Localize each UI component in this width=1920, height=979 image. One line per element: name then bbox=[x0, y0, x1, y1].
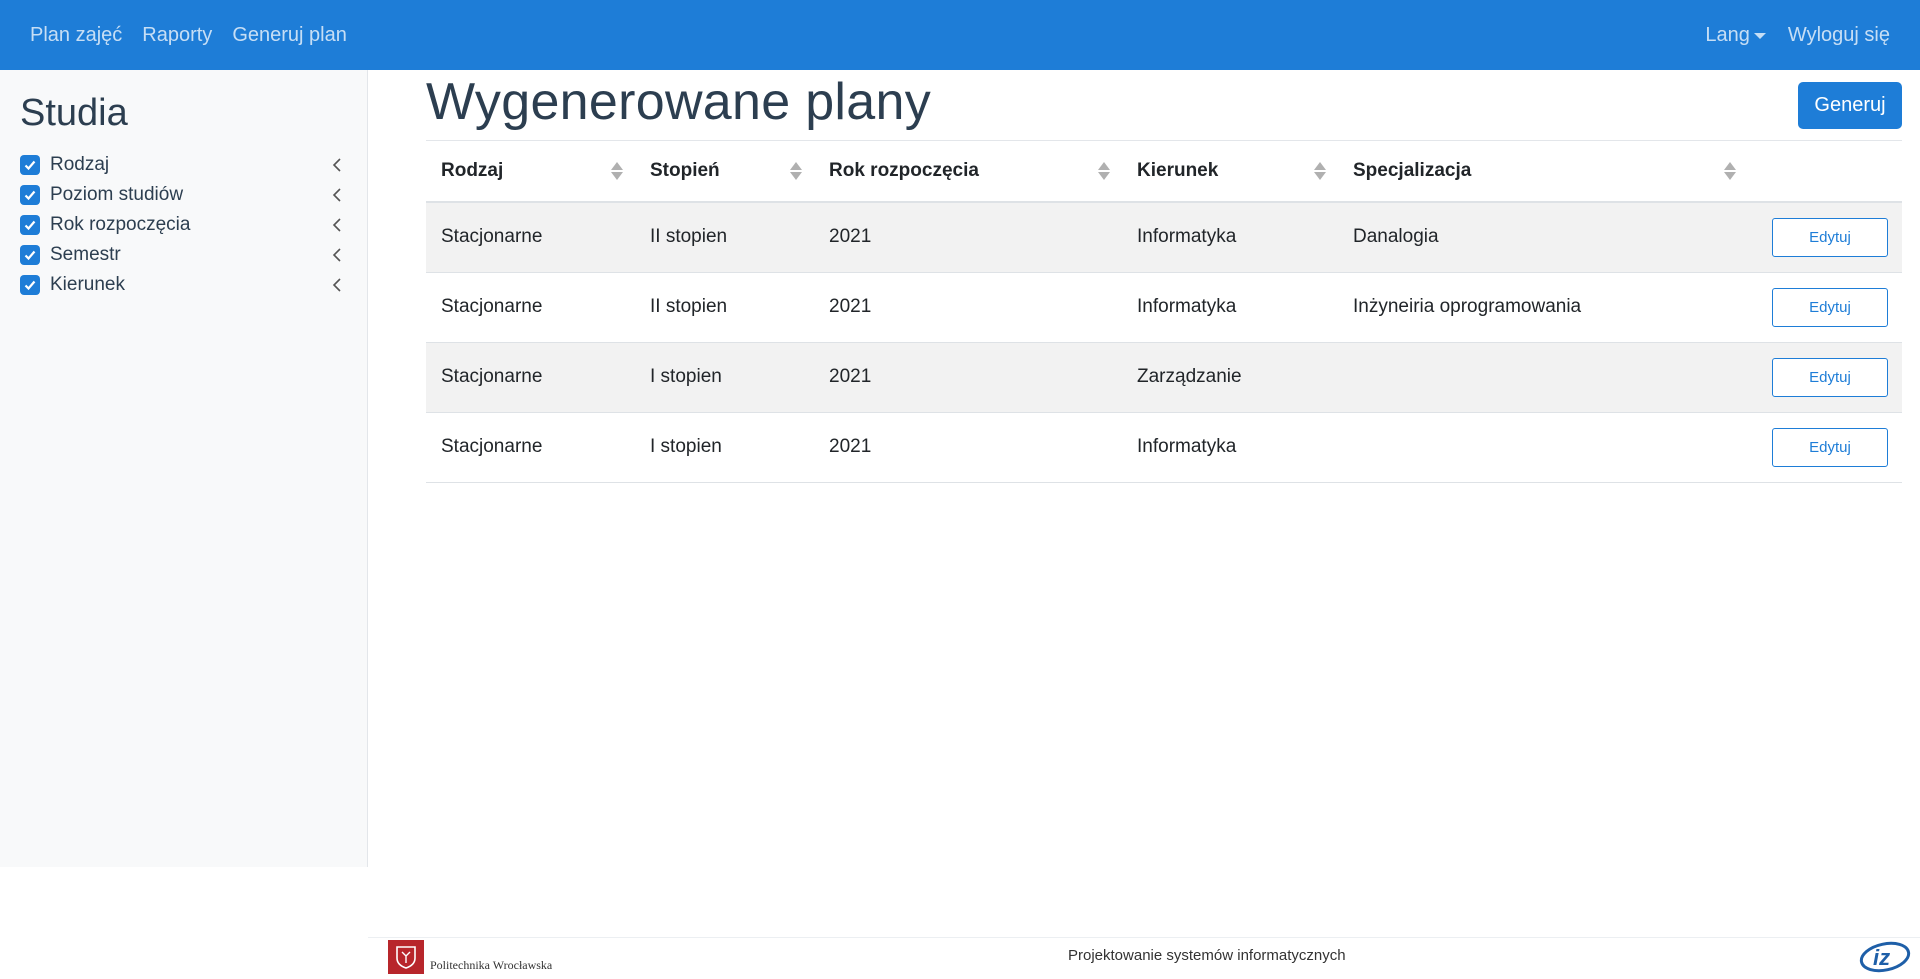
cell-kierunek: Zarządzanie bbox=[1122, 342, 1338, 413]
university-name: Politechnika Wrocławska bbox=[430, 958, 553, 972]
sort-icon bbox=[611, 162, 623, 180]
table-header-row: Rodzaj Stopień Rok rozpoczęcia Kierunek … bbox=[426, 141, 1902, 203]
sidebar: Studia Rodzaj Poziom studiów Rok rozpocz… bbox=[0, 70, 368, 867]
lang-label: Lang bbox=[1705, 23, 1750, 46]
page-title: Wygenerowane plany bbox=[426, 73, 932, 131]
column-header-label: Kierunek bbox=[1137, 160, 1219, 181]
caret-down-icon bbox=[1753, 33, 1766, 39]
column-header-actions bbox=[1748, 141, 1902, 203]
cell-rok: 2021 bbox=[814, 272, 1122, 343]
filter-item-kierunek[interactable]: Kierunek bbox=[20, 270, 345, 300]
cell-action: Edytuj bbox=[1748, 412, 1902, 483]
edit-button[interactable]: Edytuj bbox=[1772, 287, 1888, 327]
cell-action: Edytuj bbox=[1748, 272, 1902, 343]
cell-rodzaj: Stacjonarne bbox=[426, 342, 635, 413]
chevron-left-icon[interactable] bbox=[329, 217, 345, 233]
cell-action: Edytuj bbox=[1748, 202, 1902, 273]
checkbox[interactable] bbox=[20, 245, 40, 265]
edit-button[interactable]: Edytuj bbox=[1772, 357, 1888, 397]
sidebar-gap bbox=[368, 867, 388, 937]
cell-stopien: I stopien bbox=[635, 342, 814, 413]
cell-stopien: I stopien bbox=[635, 412, 814, 483]
table-row: Stacjonarne I stopien 2021 Zarządzanie E… bbox=[426, 342, 1902, 413]
cell-rodzaj: Stacjonarne bbox=[426, 272, 635, 343]
chevron-left-icon[interactable] bbox=[329, 157, 345, 173]
lang-dropdown[interactable]: Lang bbox=[1705, 24, 1766, 47]
column-header-specjalizacja[interactable]: Specjalizacja bbox=[1338, 141, 1748, 203]
table-row: Stacjonarne II stopien 2021 Informatyka … bbox=[426, 202, 1902, 273]
filter-item-rodzaj[interactable]: Rodzaj bbox=[20, 150, 345, 180]
cell-rodzaj: Stacjonarne bbox=[426, 202, 635, 273]
checkbox[interactable] bbox=[20, 185, 40, 205]
check-icon bbox=[24, 250, 36, 261]
filter-label: Kierunek bbox=[50, 274, 125, 295]
check-icon bbox=[24, 220, 36, 231]
cell-specjalizacja bbox=[1338, 412, 1748, 483]
sidebar-title: Studia bbox=[20, 92, 128, 134]
cell-rok: 2021 bbox=[814, 202, 1122, 273]
cell-rok: 2021 bbox=[814, 342, 1122, 413]
nav-link-plan-zajec[interactable]: Plan zajęć bbox=[30, 24, 122, 47]
check-icon bbox=[24, 160, 36, 171]
column-header-label: Stopień bbox=[650, 160, 720, 181]
checkbox[interactable] bbox=[20, 275, 40, 295]
edit-button[interactable]: Edytuj bbox=[1772, 217, 1888, 257]
nav-link-raporty[interactable]: Raporty bbox=[142, 24, 212, 47]
university-logo: Politechnika Wrocławska bbox=[388, 940, 552, 974]
filter-list: Rodzaj Poziom studiów Rok rozpoczęcia Se… bbox=[20, 150, 345, 300]
column-header-stopien[interactable]: Stopień bbox=[635, 141, 814, 203]
cell-stopien: II stopien bbox=[635, 272, 814, 343]
check-icon bbox=[24, 280, 36, 291]
sort-icon bbox=[1724, 162, 1736, 180]
chevron-left-icon[interactable] bbox=[329, 247, 345, 263]
cell-kierunek: Informatyka bbox=[1122, 202, 1338, 273]
column-header-label: Rodzaj bbox=[441, 160, 504, 181]
edit-button[interactable]: Edytuj bbox=[1772, 427, 1888, 467]
iz-logo: iz bbox=[1858, 940, 1912, 979]
footer: Politechnika Wrocławska Projektowanie sy… bbox=[368, 937, 1920, 974]
checkbox[interactable] bbox=[20, 215, 40, 235]
filter-item-poziom-studiow[interactable]: Poziom studiów bbox=[20, 180, 345, 210]
cell-specjalizacja: Inżyneiria oprogramowania bbox=[1338, 272, 1748, 343]
cell-kierunek: Informatyka bbox=[1122, 272, 1338, 343]
filter-label: Rodzaj bbox=[50, 154, 110, 175]
cell-specjalizacja bbox=[1338, 342, 1748, 413]
column-header-kierunek[interactable]: Kierunek bbox=[1122, 141, 1338, 203]
checkbox[interactable] bbox=[20, 155, 40, 175]
column-header-label: Rok rozpoczęcia bbox=[829, 160, 979, 181]
chevron-left-icon[interactable] bbox=[329, 187, 345, 203]
sort-icon bbox=[790, 162, 802, 180]
filter-label: Poziom studiów bbox=[50, 184, 184, 205]
main-content: Wygenerowane plany Generuj Rodzaj Stopie… bbox=[368, 70, 1920, 867]
column-header-label: Specjalizacja bbox=[1353, 160, 1472, 181]
plans-table: Rodzaj Stopień Rok rozpoczęcia Kierunek … bbox=[426, 141, 1902, 483]
generate-button[interactable]: Generuj bbox=[1798, 82, 1902, 129]
cell-rodzaj: Stacjonarne bbox=[426, 412, 635, 483]
cell-action: Edytuj bbox=[1748, 342, 1902, 413]
logout-link[interactable]: Wyloguj się bbox=[1788, 24, 1890, 47]
check-icon bbox=[24, 190, 36, 201]
column-header-rok-rozpoczecia[interactable]: Rok rozpoczęcia bbox=[814, 141, 1122, 203]
iz-logo-text: iz bbox=[1873, 945, 1890, 970]
table-row: Stacjonarne II stopien 2021 Informatyka … bbox=[426, 272, 1902, 343]
sort-icon bbox=[1314, 162, 1326, 180]
filter-label: Semestr bbox=[50, 244, 121, 265]
filter-label: Rok rozpoczęcia bbox=[50, 214, 191, 235]
university-crest-icon bbox=[388, 940, 424, 974]
chevron-left-icon[interactable] bbox=[329, 277, 345, 293]
column-header-rodzaj[interactable]: Rodzaj bbox=[426, 141, 635, 203]
filter-item-rok-rozpoczecia[interactable]: Rok rozpoczęcia bbox=[20, 210, 345, 240]
cell-stopien: II stopien bbox=[635, 202, 814, 273]
nav-link-generuj-plan[interactable]: Generuj plan bbox=[232, 24, 347, 47]
table-row: Stacjonarne I stopien 2021 Informatyka E… bbox=[426, 412, 1902, 483]
cell-specjalizacja: Danalogia bbox=[1338, 202, 1748, 273]
filter-item-semestr[interactable]: Semestr bbox=[20, 240, 345, 270]
cell-rok: 2021 bbox=[814, 412, 1122, 483]
sort-icon bbox=[1098, 162, 1110, 180]
nav-links: Plan zajęć Raporty Generuj plan bbox=[30, 24, 367, 47]
footer-text: Projektowanie systemów informatycznych bbox=[1068, 947, 1346, 964]
nav-right: Lang Wyloguj się bbox=[1705, 24, 1890, 47]
cell-kierunek: Informatyka bbox=[1122, 412, 1338, 483]
top-navbar: Plan zajęć Raporty Generuj plan Lang Wyl… bbox=[0, 0, 1920, 70]
